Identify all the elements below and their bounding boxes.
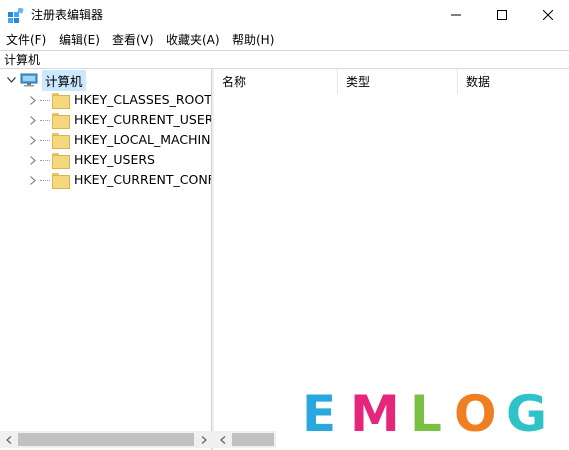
chevron-right-icon[interactable] [26,150,40,170]
watermark-letter: E [302,385,337,443]
tree-root-computer[interactable]: 计算机 [4,69,86,91]
close-icon [543,10,553,20]
tree-connector [40,139,50,141]
folder-icon [52,173,70,189]
tree-connector [40,99,50,101]
tree-key-hkey-current-config[interactable]: HKEY_CURRENT_CONFIG [26,170,211,190]
tree-connector [40,159,50,161]
tree-key-label[interactable]: HKEY_USERS [74,152,155,168]
watermark-letter: G [506,385,548,443]
tree-root-label[interactable]: 计算机 [42,69,86,91]
tree-key-hkey-classes-root[interactable]: HKEY_CLASSES_ROOT [26,90,211,110]
menu-file[interactable]: 文件(F) [6,32,46,48]
computer-icon [20,73,38,87]
tree-pane[interactable]: 计算机 HKEY_CLASSES_ROOT HKEY_CURRENT_USER … [0,69,212,450]
regedit-app-icon [8,8,24,23]
tree-key-label[interactable]: HKEY_CURRENT_CONFIG [74,172,211,188]
address-bar[interactable]: 计算机 [0,50,569,69]
maximize-button[interactable] [479,0,525,30]
folder-icon [52,153,70,169]
values-list-pane[interactable]: 名称 类型 数据 [214,69,569,431]
column-header-label: 数据 [466,75,491,89]
column-header-data[interactable]: 数据 [458,69,569,94]
minimize-icon [451,14,461,16]
window-title: 注册表编辑器 [31,8,104,22]
tree-key-label[interactable]: HKEY_CURRENT_USER [74,112,211,128]
close-button[interactable] [525,0,569,30]
title-bar[interactable]: 注册表编辑器 [0,0,569,30]
scroll-right-arrow-icon[interactable] [195,431,212,448]
maximize-icon [497,10,507,20]
menu-view[interactable]: 查看(V) [112,32,154,48]
menu-bar: 文件(F) 编辑(E) 查看(V) 收藏夹(A) 帮助(H) [0,30,569,49]
tree-key-label[interactable]: HKEY_LOCAL_MACHINE [74,132,211,148]
menu-edit[interactable]: 编辑(E) [59,32,100,48]
column-header-label: 类型 [346,75,371,89]
tree-scroll-thumb[interactable] [18,433,194,446]
tree-key-label[interactable]: HKEY_CLASSES_ROOT [74,92,211,108]
watermark-letter: O [454,385,497,443]
folder-icon [52,133,70,149]
chevron-down-icon[interactable] [4,70,18,90]
list-scroll-thumb[interactable] [232,433,274,446]
tree-connector [40,119,50,121]
watermark-letter: M [350,385,400,443]
address-path[interactable]: 计算机 [4,52,40,68]
scroll-left-arrow-icon[interactable] [214,431,231,448]
scroll-left-arrow-icon[interactable] [0,431,17,448]
tree-key-hkey-users[interactable]: HKEY_USERS [26,150,155,170]
tree-horizontal-scrollbar[interactable] [0,431,212,448]
folder-icon [52,113,70,129]
menu-favorites[interactable]: 收藏夹(A) [166,32,220,48]
tree-key-hkey-current-user[interactable]: HKEY_CURRENT_USER [26,110,211,130]
chevron-right-icon[interactable] [26,170,40,190]
tree-connector [40,179,50,181]
chevron-right-icon[interactable] [26,130,40,150]
column-header-type[interactable]: 类型 [338,69,458,94]
column-header-label: 名称 [222,75,247,89]
column-header-name[interactable]: 名称 [214,69,338,94]
watermark-letter: L [410,385,442,443]
chevron-right-icon[interactable] [26,90,40,110]
tree-key-hkey-local-machine[interactable]: HKEY_LOCAL_MACHINE [26,130,211,150]
regedit-window: 注册表编辑器 文件(F) 编辑(E) 查看(V) 收藏夹(A) 帮助(H) 计算… [0,0,569,450]
chevron-right-icon[interactable] [26,110,40,130]
folder-icon [52,93,70,109]
menu-help[interactable]: 帮助(H) [232,32,274,48]
emlog-watermark: E M L O G [276,379,569,450]
minimize-button[interactable] [433,0,479,30]
